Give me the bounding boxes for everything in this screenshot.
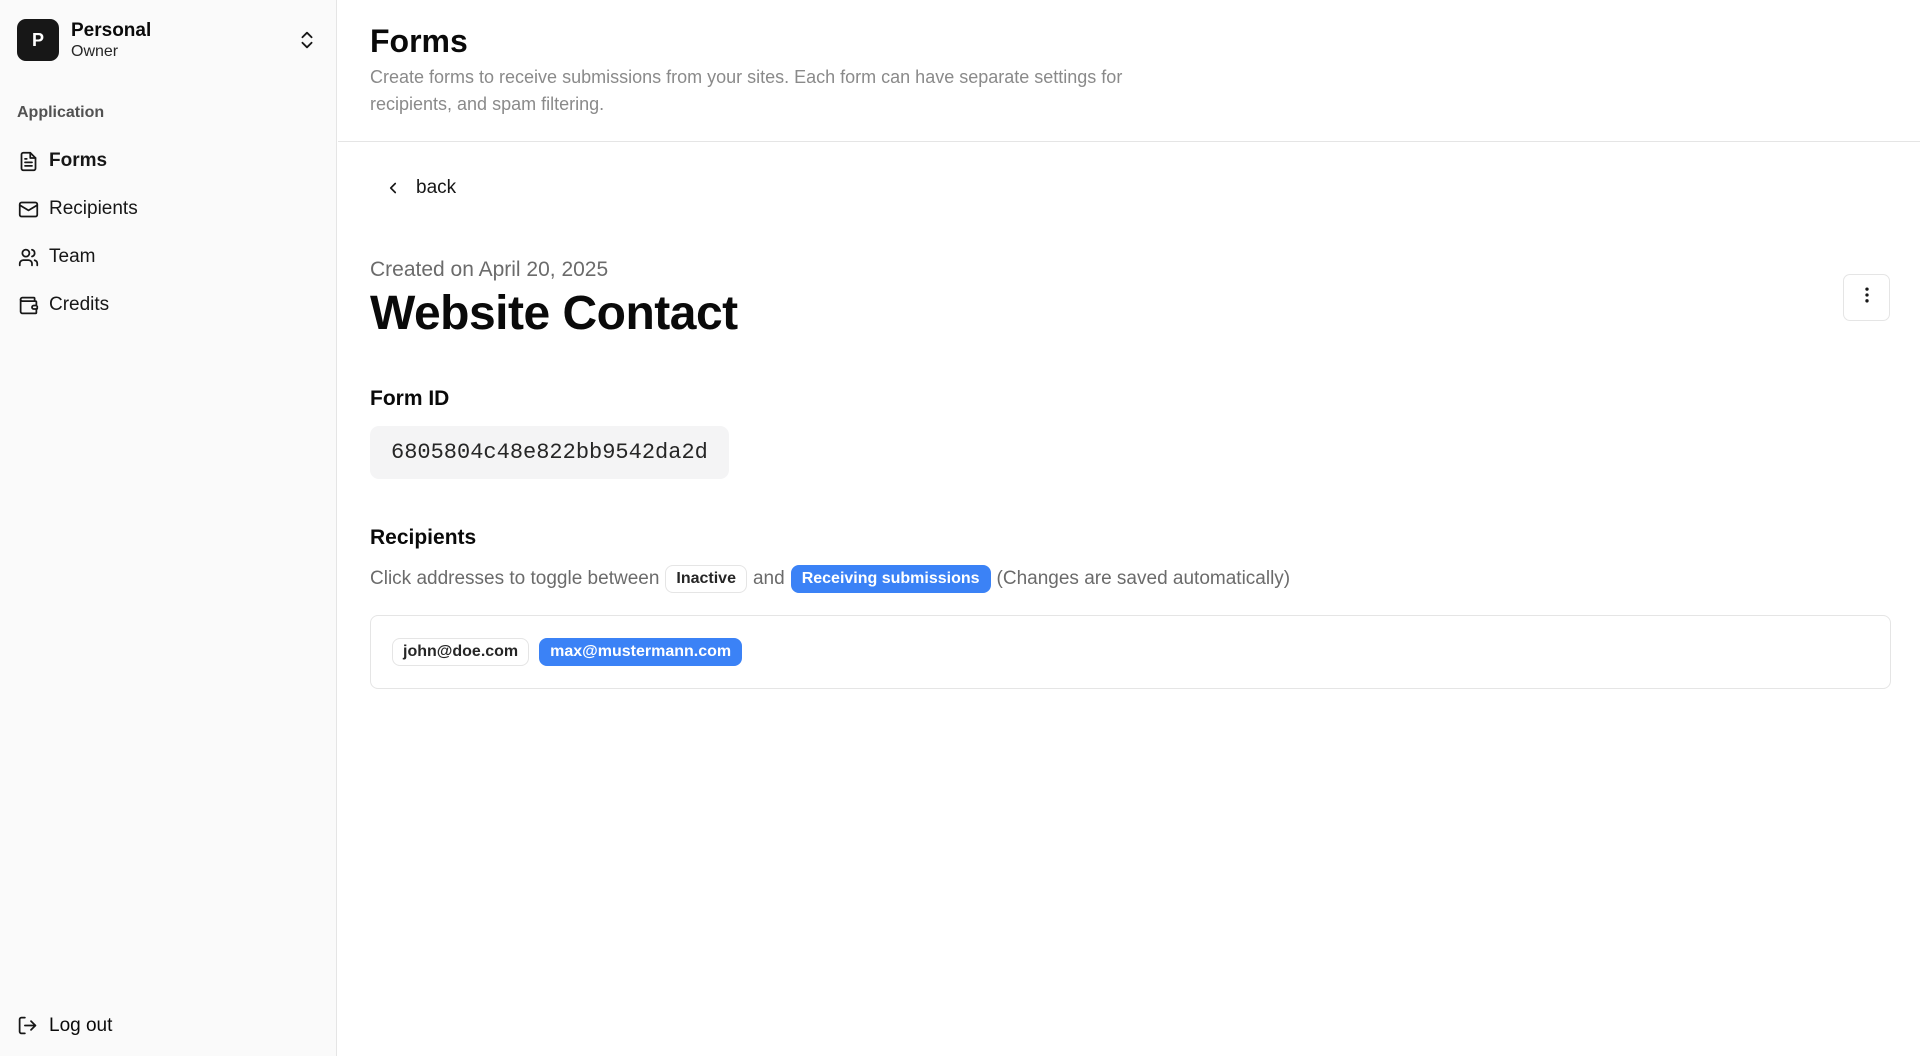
sidebar-item-label: Credits [49,294,110,315]
sidebar-item-credits[interactable]: Credits [17,281,317,329]
users-icon [17,246,39,268]
active-legend-badge: Receiving submissions [790,565,991,593]
sidebar: P Personal Owner Application Forms Recip… [0,0,337,1056]
more-vertical-icon [1857,285,1877,310]
more-options-button[interactable] [1843,274,1890,321]
mail-icon [17,198,39,220]
recipients-hint: Click addresses to toggle between Inacti… [370,563,1290,595]
page-description: Create forms to receive submissions from… [370,67,1123,114]
sidebar-item-team[interactable]: Team [17,233,317,281]
account-switcher[interactable]: P Personal Owner [17,18,320,62]
hint-text-and: and [752,568,785,589]
back-button[interactable]: back [384,172,456,204]
sidebar-item-label: Forms [49,150,108,171]
logout-label: Log out [49,1015,113,1036]
file-text-icon [17,150,39,172]
recipient-toggle-john[interactable]: john@doe.com [392,638,530,666]
recipients-list: john@doe.com max@mustermann.com [370,615,1891,689]
page-header: Forms Create forms to receive submission… [338,0,1920,142]
recipient-toggle-max[interactable]: max@mustermann.com [539,638,743,666]
form-id-value[interactable]: 6805804c48e822bb9542da2d [370,426,729,479]
sidebar-item-forms[interactable]: Forms [17,137,317,185]
sidebar-item-recipients[interactable]: Recipients [17,185,317,233]
main-content: Forms Create forms to receive submission… [338,0,1920,1056]
created-date: Created on April 20, 2025 [370,258,609,281]
nav-section-label: Application [17,104,105,121]
recipients-section-title: Recipients [370,526,477,549]
back-label: back [416,177,457,198]
sidebar-item-label: Team [49,246,96,267]
wallet-icon [17,294,39,316]
hint-text-before: Click addresses to toggle between [370,568,660,589]
page-title: Forms [370,23,468,59]
sidebar-nav: Forms Recipients Team Credits [17,137,317,329]
account-role: Owner [71,42,119,60]
chevrons-up-down-icon [296,29,318,51]
form-id-label: Form ID [370,387,450,410]
avatar: P [17,19,59,61]
chevron-left-icon [384,179,402,197]
hint-text-after: (Changes are saved automatically) [996,568,1291,589]
sidebar-item-label: Recipients [49,198,138,219]
log-out-icon [17,1015,39,1037]
account-name: Personal [71,19,152,41]
inactive-legend-badge: Inactive [665,565,747,593]
form-title: Website Contact [370,287,738,340]
logout-button[interactable]: Log out [17,1003,112,1049]
